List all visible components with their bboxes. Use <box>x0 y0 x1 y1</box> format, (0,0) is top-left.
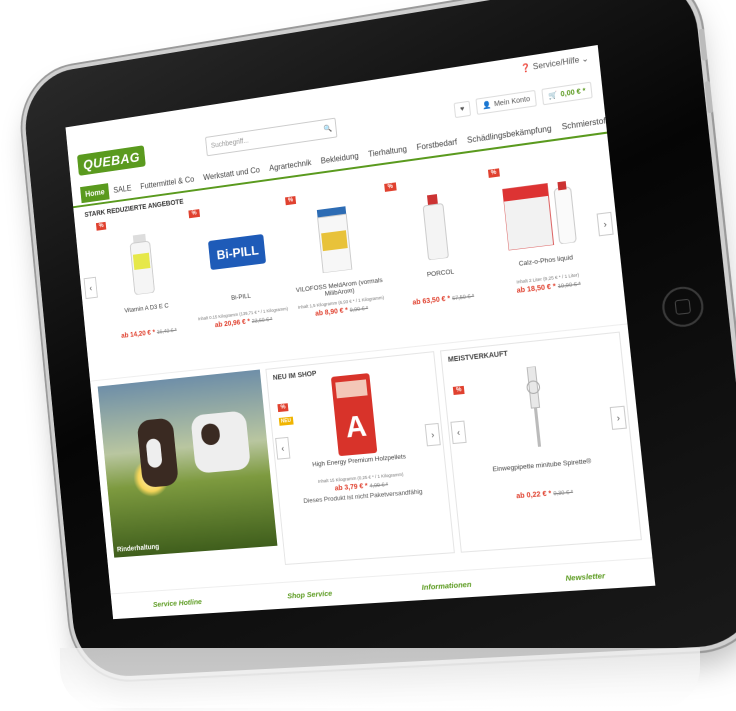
shipping-note: Dieses Produkt ist nicht Paketversandfäh… <box>303 488 423 506</box>
shop-screen: ❓ Service/Hilfe ⌄ QUEBAG Suchbegriff... … <box>65 44 656 620</box>
product-image[interactable]: Bi-PILL <box>206 215 268 290</box>
nav-item-agrartechnik[interactable]: Agrartechnik <box>264 153 317 177</box>
nav-item-home[interactable]: Home <box>80 182 110 203</box>
tablet-home-button <box>660 284 706 329</box>
cow-image <box>190 410 252 474</box>
footer-link-shop-service[interactable]: Shop Service <box>287 588 333 600</box>
chevron-down-icon: ⌄ <box>580 53 589 64</box>
product-price: ab 14,20 € *16,40 € * <box>120 327 178 340</box>
product-image[interactable]: A <box>330 373 378 457</box>
slider-next-button[interactable]: › <box>596 211 614 237</box>
product-meta <box>148 322 149 330</box>
product-name[interactable]: PORCOL <box>427 268 456 289</box>
tablet-side-button <box>704 80 714 114</box>
slider-prev-button[interactable]: ‹ <box>275 436 291 460</box>
cart-total: 0,00 € * <box>560 87 586 99</box>
footer-link-newsletter[interactable]: Newsletter <box>565 570 605 582</box>
slider-next-button[interactable]: › <box>609 405 627 430</box>
product-card[interactable]: % Vitamin A D3 E C ab 14,20 € *16,40 € * <box>94 212 197 375</box>
product-price: ab 0,22 € *0,30 € * <box>515 489 574 501</box>
category-banner-rinderhaltung[interactable]: Rinderhaltung <box>97 369 278 558</box>
tablet-reflection <box>60 648 700 708</box>
search-icon[interactable]: 🔍 <box>323 124 332 133</box>
discount-badge: % <box>95 221 107 231</box>
product-image[interactable] <box>515 360 555 455</box>
account-button[interactable]: 👤 Mein Konto <box>475 89 538 115</box>
discount-badge: % <box>452 385 465 395</box>
tablet-side-button <box>698 28 708 61</box>
cart-icon: 🛒 <box>548 91 558 101</box>
heart-icon: ♥ <box>459 105 465 113</box>
product-name[interactable]: Einwegpipette minitube Spirette® <box>492 458 593 485</box>
slider-prev-button[interactable]: ‹ <box>450 420 467 445</box>
banner-label: Rinderhaltung <box>116 543 160 554</box>
product-image[interactable] <box>501 173 580 254</box>
discount-badge: % <box>188 209 200 219</box>
discount-badge: % <box>487 168 500 178</box>
new-badge: NEU <box>278 416 294 426</box>
product-image[interactable] <box>420 190 451 263</box>
help-icon: ❓ <box>519 62 532 73</box>
product-image[interactable] <box>315 203 354 276</box>
service-link[interactable]: Service/Hilfe <box>532 55 579 71</box>
user-icon: 👤 <box>481 101 492 110</box>
tablet-frame: ❓ Service/Hilfe ⌄ QUEBAG Suchbegriff... … <box>20 0 736 679</box>
product-card[interactable]: % PORCOL ab 63,50 € *67,50 € * <box>382 171 496 344</box>
cow-image <box>145 438 163 469</box>
panel-title: NEU IM SHOP <box>272 370 317 382</box>
wishlist-button[interactable]: ♥ <box>453 100 472 118</box>
slider-prev-button[interactable]: ‹ <box>83 276 98 300</box>
logo[interactable]: QUEBAG <box>76 145 147 176</box>
nav-item-sale[interactable]: SALE <box>108 179 136 199</box>
cart-button[interactable]: 🛒 0,00 € * <box>541 81 593 106</box>
discount-badge: % <box>284 196 297 206</box>
new-in-shop-panel: NEU IM SHOP % NEU ‹ › A High Energy Prem… <box>265 351 455 565</box>
product-card[interactable]: % VILOFOSS MeldArom (vormals MilibArom) … <box>283 185 393 354</box>
footer-link-informationen[interactable]: Informationen <box>421 579 472 591</box>
product-card[interactable]: % Calz-o-Phos liquid Inhalt 2 Liter (9,2… <box>486 156 604 332</box>
discount-badge: % <box>384 182 397 192</box>
product-name[interactable]: Vitamin A D3 E C <box>124 303 170 325</box>
product-price: ab 63,50 € *67,50 € * <box>412 293 475 307</box>
panel-title: MEISTVERKAUFT <box>447 350 509 364</box>
bestseller-panel: MEISTVERKAUFT % ‹ › Einwegpipette minitu… <box>440 331 642 553</box>
footer-link-service-hotline[interactable]: Service Hotline <box>153 597 203 609</box>
nav-item-bekleidung[interactable]: Bekleidung <box>315 146 364 169</box>
product-card[interactable]: % Bi-PILL Bi-PILL Inhalt 0.15 Kilogramm … <box>187 198 293 364</box>
slider-next-button[interactable]: › <box>424 422 441 447</box>
nav-item-schmierstoffe[interactable]: Schmierstoffe <box>556 110 619 136</box>
search-placeholder: Suchbegriff... <box>210 136 250 150</box>
svg-text:A: A <box>344 410 368 445</box>
nav-item-tierhaltung[interactable]: Tierhaltung <box>363 139 413 163</box>
discount-badge: % <box>277 403 289 413</box>
account-label: Mein Konto <box>493 95 531 108</box>
product-meta <box>442 288 443 296</box>
nav-item-forstbedarf[interactable]: Forstbedarf <box>411 132 463 156</box>
product-image[interactable] <box>127 229 157 299</box>
nav-next-button[interactable]: › <box>617 109 632 126</box>
